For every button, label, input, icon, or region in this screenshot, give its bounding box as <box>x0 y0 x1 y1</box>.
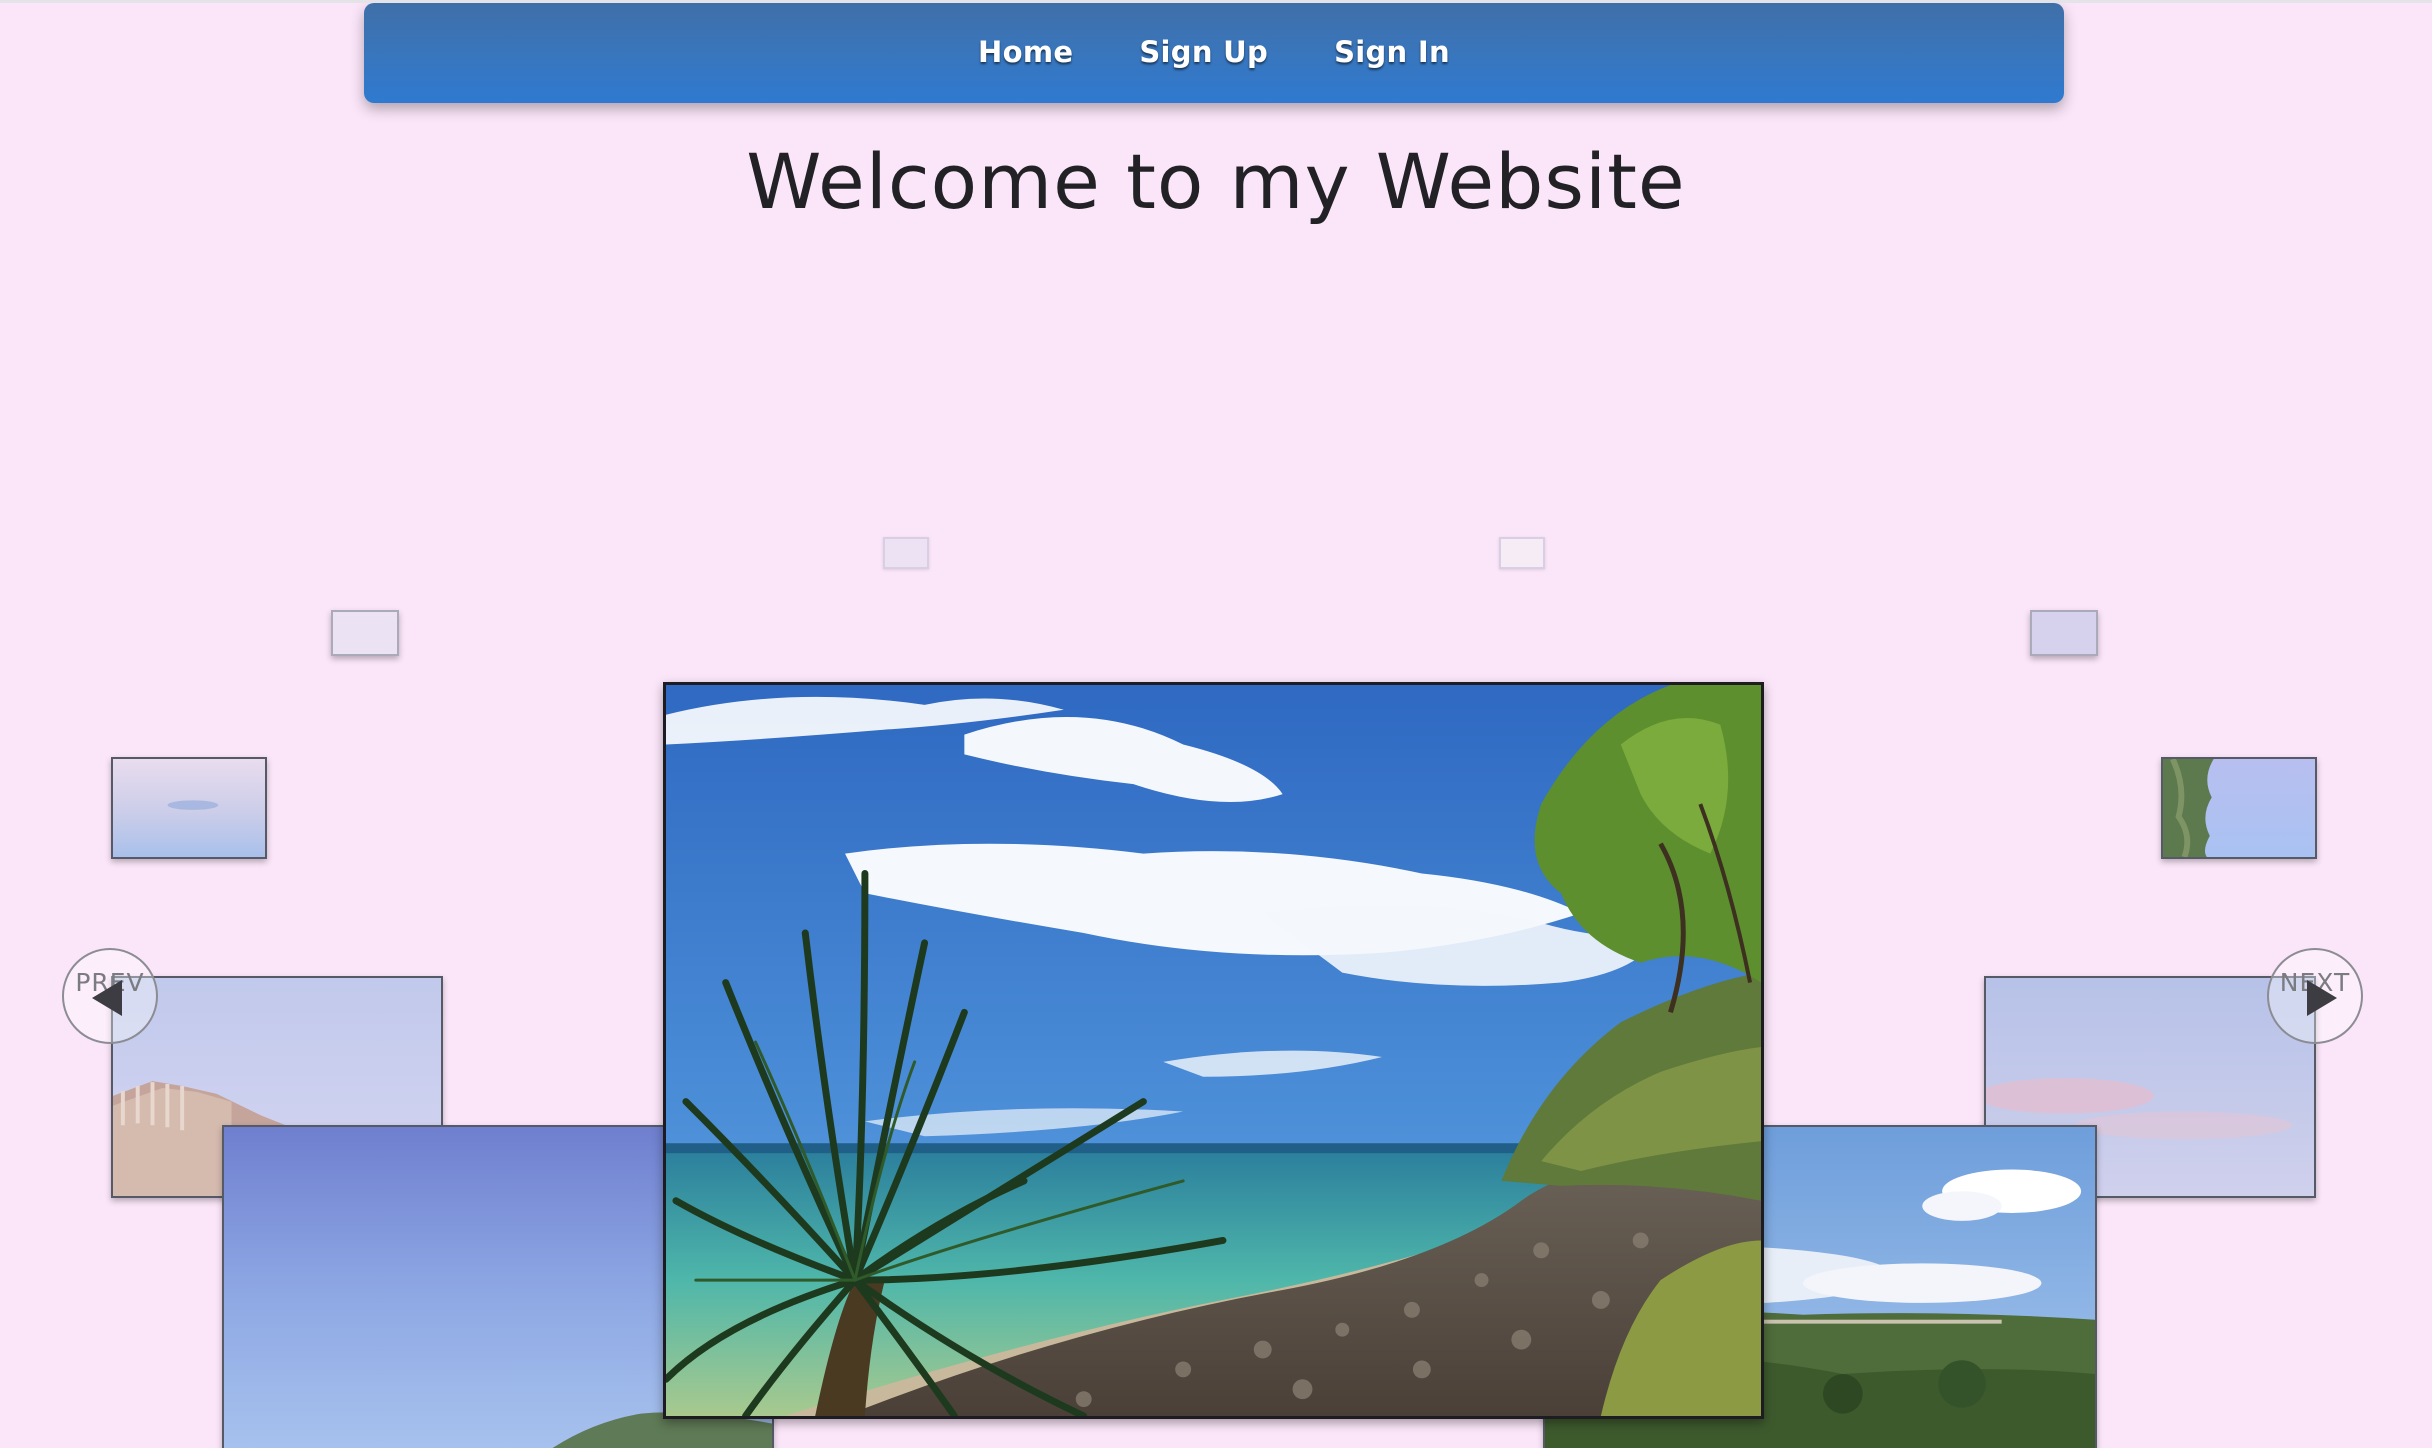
carousel-next-button[interactable]: NEXT <box>2267 948 2363 1044</box>
carousel-slide-center-beach[interactable] <box>663 682 1764 1419</box>
carousel-slide-left-pale-sky[interactable] <box>111 757 267 859</box>
carousel-slide-far-left[interactable] <box>331 610 399 656</box>
arrow-right-icon <box>2307 980 2337 1016</box>
image-carousel: PREV NEXT <box>0 3 2432 1448</box>
carousel-slide-far-right[interactable] <box>2030 610 2098 656</box>
carousel-slide-far[interactable] <box>1499 537 1545 569</box>
carousel-prev-button[interactable]: PREV <box>62 948 158 1044</box>
carousel-slide-right-trees[interactable] <box>2161 757 2317 859</box>
carousel-slide-far[interactable] <box>883 537 929 569</box>
page: Home Sign Up Sign In Welcome to my Websi… <box>0 0 2432 1448</box>
arrow-left-icon <box>92 980 122 1016</box>
